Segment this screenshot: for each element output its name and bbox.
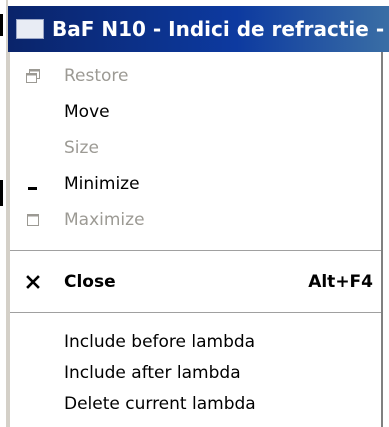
menu-item-move[interactable]: Move bbox=[10, 94, 381, 130]
menu-item-shortcut: Alt+F4 bbox=[308, 272, 373, 292]
maximize-icon bbox=[24, 211, 42, 229]
menu-separator bbox=[10, 312, 381, 314]
window-edge-mark bbox=[0, 180, 3, 206]
menu-item-minimize[interactable]: Minimize bbox=[10, 166, 381, 202]
menu-item-label: Include after lambda bbox=[64, 363, 241, 383]
menu-item-label: Close bbox=[64, 272, 116, 292]
menu-item-size[interactable]: Size bbox=[10, 130, 381, 166]
menu-item-label: Size bbox=[64, 138, 99, 158]
close-icon bbox=[24, 273, 42, 291]
window-edge-mark bbox=[0, 14, 3, 36]
menu-item-label: Include before lambda bbox=[64, 332, 256, 352]
window-app-icon[interactable] bbox=[16, 19, 44, 39]
menu-item-delete-current-lambda[interactable]: Delete current lambda bbox=[10, 386, 381, 422]
menu-item-restore[interactable]: Restore bbox=[10, 58, 381, 94]
menu-separator bbox=[10, 250, 381, 252]
minimize-icon bbox=[24, 175, 42, 193]
menu-item-label: Restore bbox=[64, 66, 129, 86]
screen: BaF N10 - Indici de refractie - Restore … bbox=[0, 0, 389, 427]
menu-item-close[interactable]: Close Alt+F4 bbox=[10, 264, 381, 300]
menu-item-label: Move bbox=[64, 102, 110, 122]
menu-item-maximize[interactable]: Maximize bbox=[10, 202, 381, 238]
menu-item-label: Minimize bbox=[64, 174, 140, 194]
menu-item-label: Maximize bbox=[64, 210, 145, 230]
menu-item-label: Delete current lambda bbox=[64, 394, 256, 414]
window-title: BaF N10 - Indici de refractie - bbox=[52, 17, 385, 41]
window-titlebar[interactable]: BaF N10 - Indici de refractie - bbox=[8, 6, 389, 52]
restore-icon bbox=[24, 67, 42, 85]
system-menu: Restore Move Size Minimize Maximize Clos… bbox=[8, 52, 383, 427]
